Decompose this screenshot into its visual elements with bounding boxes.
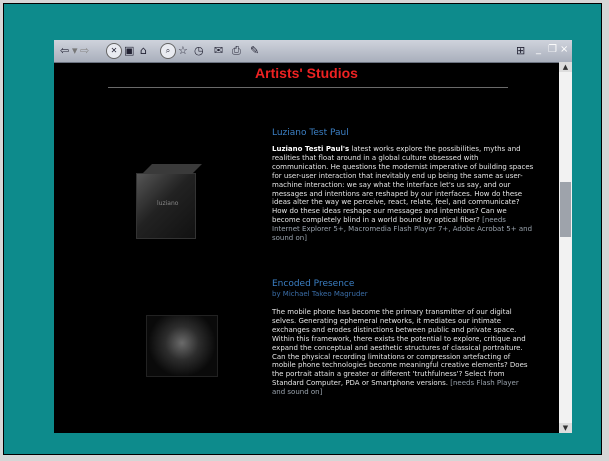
minimize-button[interactable]: _ xyxy=(536,44,541,55)
favorites-icon[interactable]: ☆ xyxy=(178,43,188,58)
print-icon[interactable]: ⎙ xyxy=(232,43,241,58)
entry-text: The mobile phone has become the primary … xyxy=(272,308,528,388)
edit-icon[interactable]: ✎ xyxy=(250,43,259,58)
mail-icon[interactable]: ✉ xyxy=(214,43,223,58)
desktop-frame: ⇦ ▾ ⇨ ✕ ▣ ⌂ ⌕ ☆ ◷ ✉ ⎙ ✎ ⊞ _ ❐ × Artists'… xyxy=(3,3,602,455)
page-title: Artists' Studios xyxy=(255,65,358,81)
history-icon[interactable]: ◷ xyxy=(194,43,204,58)
close-button[interactable]: × xyxy=(560,44,568,55)
entry-description: The mobile phone has become the primary … xyxy=(272,308,534,397)
entry-luziano: Luziano Test Paul Luziano Testi Paul's l… xyxy=(272,128,534,243)
scroll-up-icon[interactable]: ▲ xyxy=(559,62,572,72)
home-icon[interactable]: ⌂ xyxy=(140,43,147,58)
forward-dropdown-icon[interactable]: ▾ xyxy=(72,43,78,58)
windows-logo-icon: ⊞ xyxy=(516,44,526,57)
back-icon[interactable]: ⇦ xyxy=(60,43,69,58)
scroll-down-icon[interactable]: ▼ xyxy=(559,423,572,433)
search-icon[interactable]: ⌕ xyxy=(160,43,176,59)
cube-thumbnail[interactable]: luziano xyxy=(136,173,196,239)
author-name: Luziano Testi Paul's xyxy=(272,145,350,153)
title-divider xyxy=(108,87,508,88)
stop-icon[interactable]: ✕ xyxy=(106,43,122,59)
browser-window: ⇦ ▾ ⇨ ✕ ▣ ⌂ ⌕ ☆ ◷ ✉ ⎙ ✎ ⊞ _ ❐ × Artists'… xyxy=(54,40,572,433)
cube-caption: luziano xyxy=(157,200,179,207)
browser-toolbar: ⇦ ▾ ⇨ ✕ ▣ ⌂ ⌕ ☆ ◷ ✉ ⎙ ✎ ⊞ _ ❐ × xyxy=(54,40,572,63)
entry-encoded-presence: Encoded Presence by Michael Takeo Magrud… xyxy=(272,279,534,397)
forward-icon[interactable]: ⇨ xyxy=(80,43,89,58)
entry-heading[interactable]: Luziano Test Paul xyxy=(272,128,534,138)
scroll-thumb[interactable] xyxy=(560,182,571,237)
entry-heading[interactable]: Encoded Presence xyxy=(272,279,534,289)
restore-button[interactable]: ❐ xyxy=(548,44,557,55)
vertical-scrollbar[interactable]: ▲ ▼ xyxy=(559,62,572,433)
portrait-thumbnail[interactable] xyxy=(146,315,218,377)
entry-description: Luziano Testi Paul's latest works explor… xyxy=(272,145,534,243)
entry-text: latest works explore the possibilities, … xyxy=(272,145,534,225)
refresh-icon[interactable]: ▣ xyxy=(124,43,134,58)
entry-byline[interactable]: by Michael Takeo Magruder xyxy=(272,290,534,298)
